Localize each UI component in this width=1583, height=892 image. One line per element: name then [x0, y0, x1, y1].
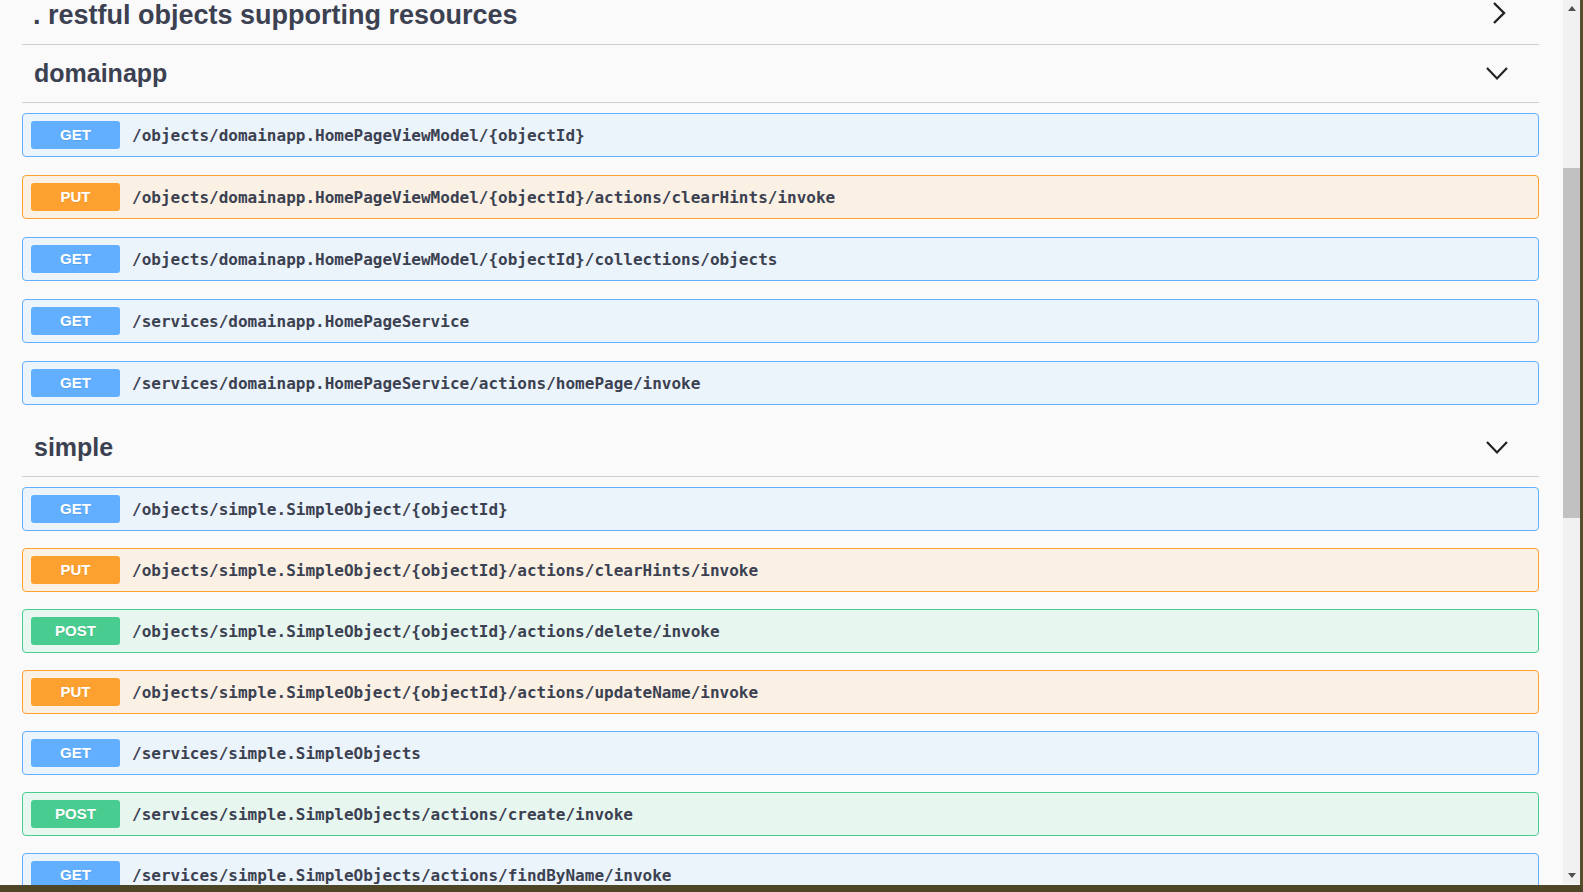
- chevron-down-icon[interactable]: [1485, 440, 1509, 455]
- operation-path: /objects/simple.SimpleObject/{objectId}/…: [132, 683, 758, 702]
- method-badge: PUT: [31, 678, 120, 706]
- method-badge: GET: [31, 245, 120, 273]
- scroll-up-arrow-icon: [1568, 6, 1576, 11]
- tag-header[interactable]: simple: [22, 419, 1539, 477]
- chevron-right-icon[interactable]: [1492, 1, 1506, 25]
- operation-row[interactable]: GET /objects/domainapp.HomePageViewModel…: [22, 237, 1539, 281]
- operation-row[interactable]: PUT /objects/domainapp.HomePageViewModel…: [22, 175, 1539, 219]
- operation-row[interactable]: GET /services/domainapp.HomePageService: [22, 299, 1539, 343]
- operation-row[interactable]: GET /services/simple.SimpleObjects: [22, 731, 1539, 775]
- method-badge: PUT: [31, 183, 120, 211]
- tag-header[interactable]: domainapp: [22, 45, 1539, 103]
- scrollbar-up-button[interactable]: [1563, 0, 1580, 17]
- scrollbar-thumb[interactable]: [1563, 168, 1580, 518]
- method-badge: PUT: [31, 556, 120, 584]
- operation-path: /services/simple.SimpleObjects/actions/f…: [132, 866, 671, 885]
- tag-section: simple GET /objects/simple.SimpleObject/…: [22, 419, 1539, 892]
- method-badge: GET: [31, 121, 120, 149]
- operation-path: /objects/simple.SimpleObject/{objectId}/…: [132, 561, 758, 580]
- section-title: domainapp: [34, 59, 167, 88]
- operation-row[interactable]: GET /services/domainapp.HomePageService/…: [22, 361, 1539, 405]
- operation-path: /objects/simple.SimpleObject/{objectId}/…: [132, 622, 720, 641]
- scrollbar-down-button[interactable]: [1563, 867, 1580, 884]
- api-title: . restful objects supporting resources: [33, 0, 518, 30]
- operation-path: /objects/domainapp.HomePageViewModel/{ob…: [132, 250, 777, 269]
- method-badge: GET: [31, 369, 120, 397]
- api-content: . restful objects supporting resources d…: [22, 0, 1539, 892]
- operation-path: /objects/simple.SimpleObject/{objectId}: [132, 500, 508, 519]
- scrollbar[interactable]: [1563, 0, 1580, 884]
- method-badge: GET: [31, 495, 120, 523]
- chevron-down-icon[interactable]: [1485, 66, 1509, 81]
- operation-row[interactable]: POST /objects/simple.SimpleObject/{objec…: [22, 609, 1539, 653]
- operation-row[interactable]: PUT /objects/simple.SimpleObject/{object…: [22, 670, 1539, 714]
- method-badge: GET: [31, 739, 120, 767]
- operation-path: /services/domainapp.HomePageService: [132, 312, 469, 331]
- operation-row[interactable]: PUT /objects/simple.SimpleObject/{object…: [22, 548, 1539, 592]
- operation-row[interactable]: POST /services/simple.SimpleObjects/acti…: [22, 792, 1539, 836]
- swagger-page: . restful objects supporting resources d…: [0, 0, 1583, 892]
- api-title-header[interactable]: . restful objects supporting resources: [22, 0, 1539, 45]
- operation-row[interactable]: GET /objects/simple.SimpleObject/{object…: [22, 487, 1539, 531]
- method-badge: POST: [31, 800, 120, 828]
- tag-section: domainapp GET /objects/domainapp.HomePag…: [22, 45, 1539, 419]
- method-badge: POST: [31, 617, 120, 645]
- scroll-down-arrow-icon: [1568, 873, 1576, 878]
- sections: domainapp GET /objects/domainapp.HomePag…: [22, 45, 1539, 892]
- operation-path: /services/domainapp.HomePageService/acti…: [132, 374, 700, 393]
- section-operations: GET /objects/simple.SimpleObject/{object…: [22, 477, 1539, 892]
- section-operations: GET /objects/domainapp.HomePageViewModel…: [22, 103, 1539, 419]
- section-title: simple: [34, 433, 113, 462]
- method-badge: GET: [31, 307, 120, 335]
- window-border-bottom: [0, 885, 1583, 892]
- operation-path: /services/simple.SimpleObjects: [132, 744, 421, 763]
- operation-path: /objects/domainapp.HomePageViewModel/{ob…: [132, 188, 835, 207]
- operation-path: /objects/domainapp.HomePageViewModel/{ob…: [132, 126, 585, 145]
- operation-row[interactable]: GET /objects/domainapp.HomePageViewModel…: [22, 113, 1539, 157]
- operation-path: /services/simple.SimpleObjects/actions/c…: [132, 805, 633, 824]
